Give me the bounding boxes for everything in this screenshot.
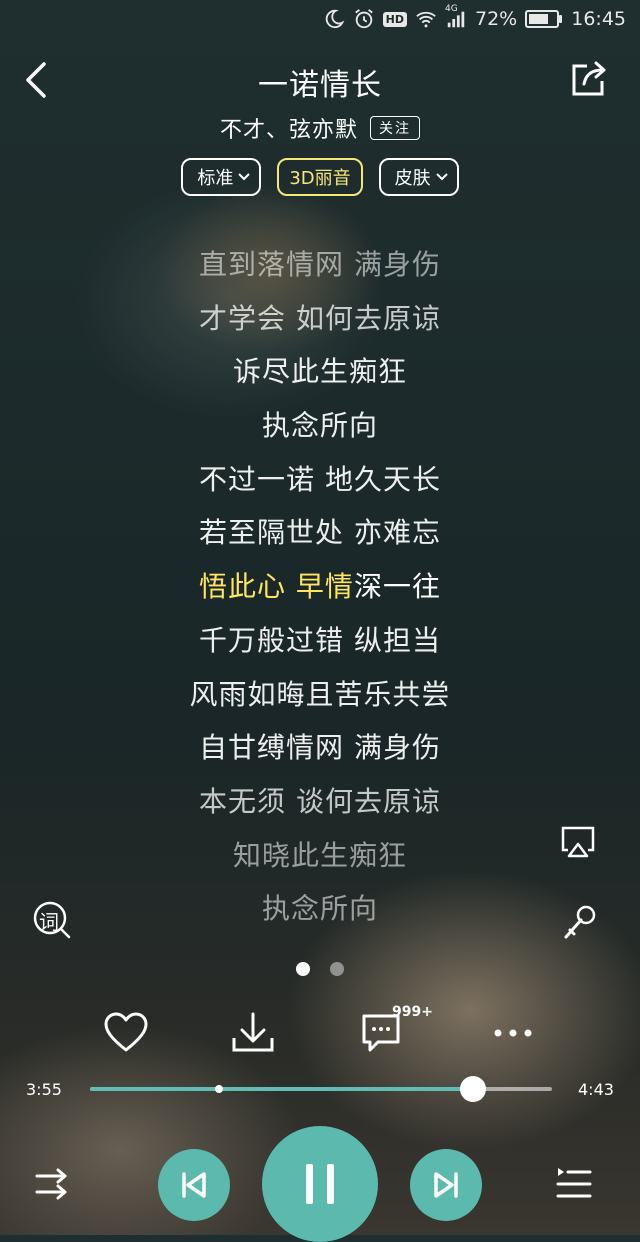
sound-options: 标准 3D丽音 皮肤 — [0, 158, 640, 196]
pause-button[interactable] — [262, 1126, 378, 1242]
share-icon[interactable] — [568, 58, 610, 100]
moon-icon — [325, 9, 345, 29]
artist-row: 不才、弦亦默 关注 — [120, 112, 520, 144]
more-icon[interactable] — [490, 1010, 536, 1056]
lyric-line: 执念所向 — [261, 892, 378, 926]
playlist-icon[interactable] — [554, 1164, 594, 1204]
lyrics-panel[interactable]: 直到落情网 满身伤 才学会 如何去原谅 诉尽此生痴狂 执念所向 不过一诺 地久天… — [0, 238, 640, 936]
shuffle-icon[interactable] — [34, 1164, 74, 1204]
elapsed-time: 3:55 — [26, 1080, 62, 1099]
effect-button[interactable]: 3D丽音 — [277, 158, 363, 196]
lyric-line: 自甘缚情网 满身伤 — [199, 731, 441, 765]
lyric-sung-part: 悟此心 早情 — [199, 570, 354, 604]
lyric-line: 才学会 如何去原谅 — [199, 301, 441, 335]
microphone-icon[interactable] — [560, 902, 600, 942]
lyric-line: 直到落情网 满身伤 — [199, 248, 441, 281]
progress-thumb[interactable] — [460, 1076, 487, 1102]
quality-select[interactable]: 标准 — [181, 158, 262, 196]
hd-badge: HD — [382, 11, 407, 27]
progress-played — [90, 1087, 474, 1091]
lyric-icon[interactable]: 词 — [32, 900, 72, 940]
lyric-line: 不过一诺 地久天长 — [199, 462, 441, 496]
lyric-line: 千万般过错 纵担当 — [199, 623, 441, 657]
lyric-unsung-part: 深一往 — [353, 570, 441, 604]
alarm-icon — [354, 9, 373, 29]
comment-count-badge: 999+ — [392, 1004, 433, 1020]
network-type: 4G — [445, 4, 458, 14]
current-lyric-line: 悟此心 早情深一往 — [0, 560, 640, 614]
clock: 16:45 — [571, 8, 626, 30]
skin-select[interactable]: 皮肤 — [378, 158, 459, 196]
skin-label: 皮肤 — [394, 168, 431, 189]
next-button[interactable] — [410, 1149, 482, 1221]
lyric-line: 执念所向 — [261, 409, 378, 443]
chevron-down-icon — [435, 173, 448, 181]
follow-button[interactable]: 关注 — [370, 116, 420, 140]
status-bar: HD 4G 72% 16:45 — [0, 0, 640, 44]
page-dot — [330, 962, 344, 976]
previous-button[interactable] — [158, 1149, 230, 1221]
battery-icon — [525, 10, 563, 28]
song-title: 一诺情长 — [258, 68, 382, 103]
total-time: 4:43 — [578, 1080, 614, 1099]
lyric-line: 诉尽此生痴狂 — [232, 355, 407, 389]
page-dot-active — [296, 962, 310, 976]
lyric-line: 知晓此生痴狂 — [232, 838, 407, 872]
artist-name[interactable]: 不才、弦亦默 — [220, 112, 358, 144]
wifi-icon — [416, 11, 436, 28]
airplay-icon[interactable] — [558, 822, 598, 862]
previous-icon — [182, 1172, 206, 1198]
buffer-marker — [215, 1085, 224, 1093]
next-icon — [434, 1172, 458, 1198]
page-indicator — [0, 962, 640, 976]
download-icon[interactable] — [230, 1010, 276, 1056]
pause-icon — [306, 1164, 334, 1204]
quality-label: 标准 — [197, 168, 234, 189]
lyric-line: 风雨如晦且苦乐共尝 — [189, 677, 451, 711]
lyric-line: 本无须 谈何去原谅 — [199, 784, 441, 818]
chevron-down-icon — [238, 173, 251, 181]
lyric-icon-label: 词 — [39, 910, 59, 934]
heart-icon[interactable] — [103, 1010, 149, 1056]
effect-label: 3D丽音 — [289, 168, 351, 189]
battery-percent: 72% — [475, 8, 518, 30]
back-icon[interactable] — [22, 60, 52, 100]
lyric-line: 若至隔世处 亦难忘 — [199, 516, 441, 550]
